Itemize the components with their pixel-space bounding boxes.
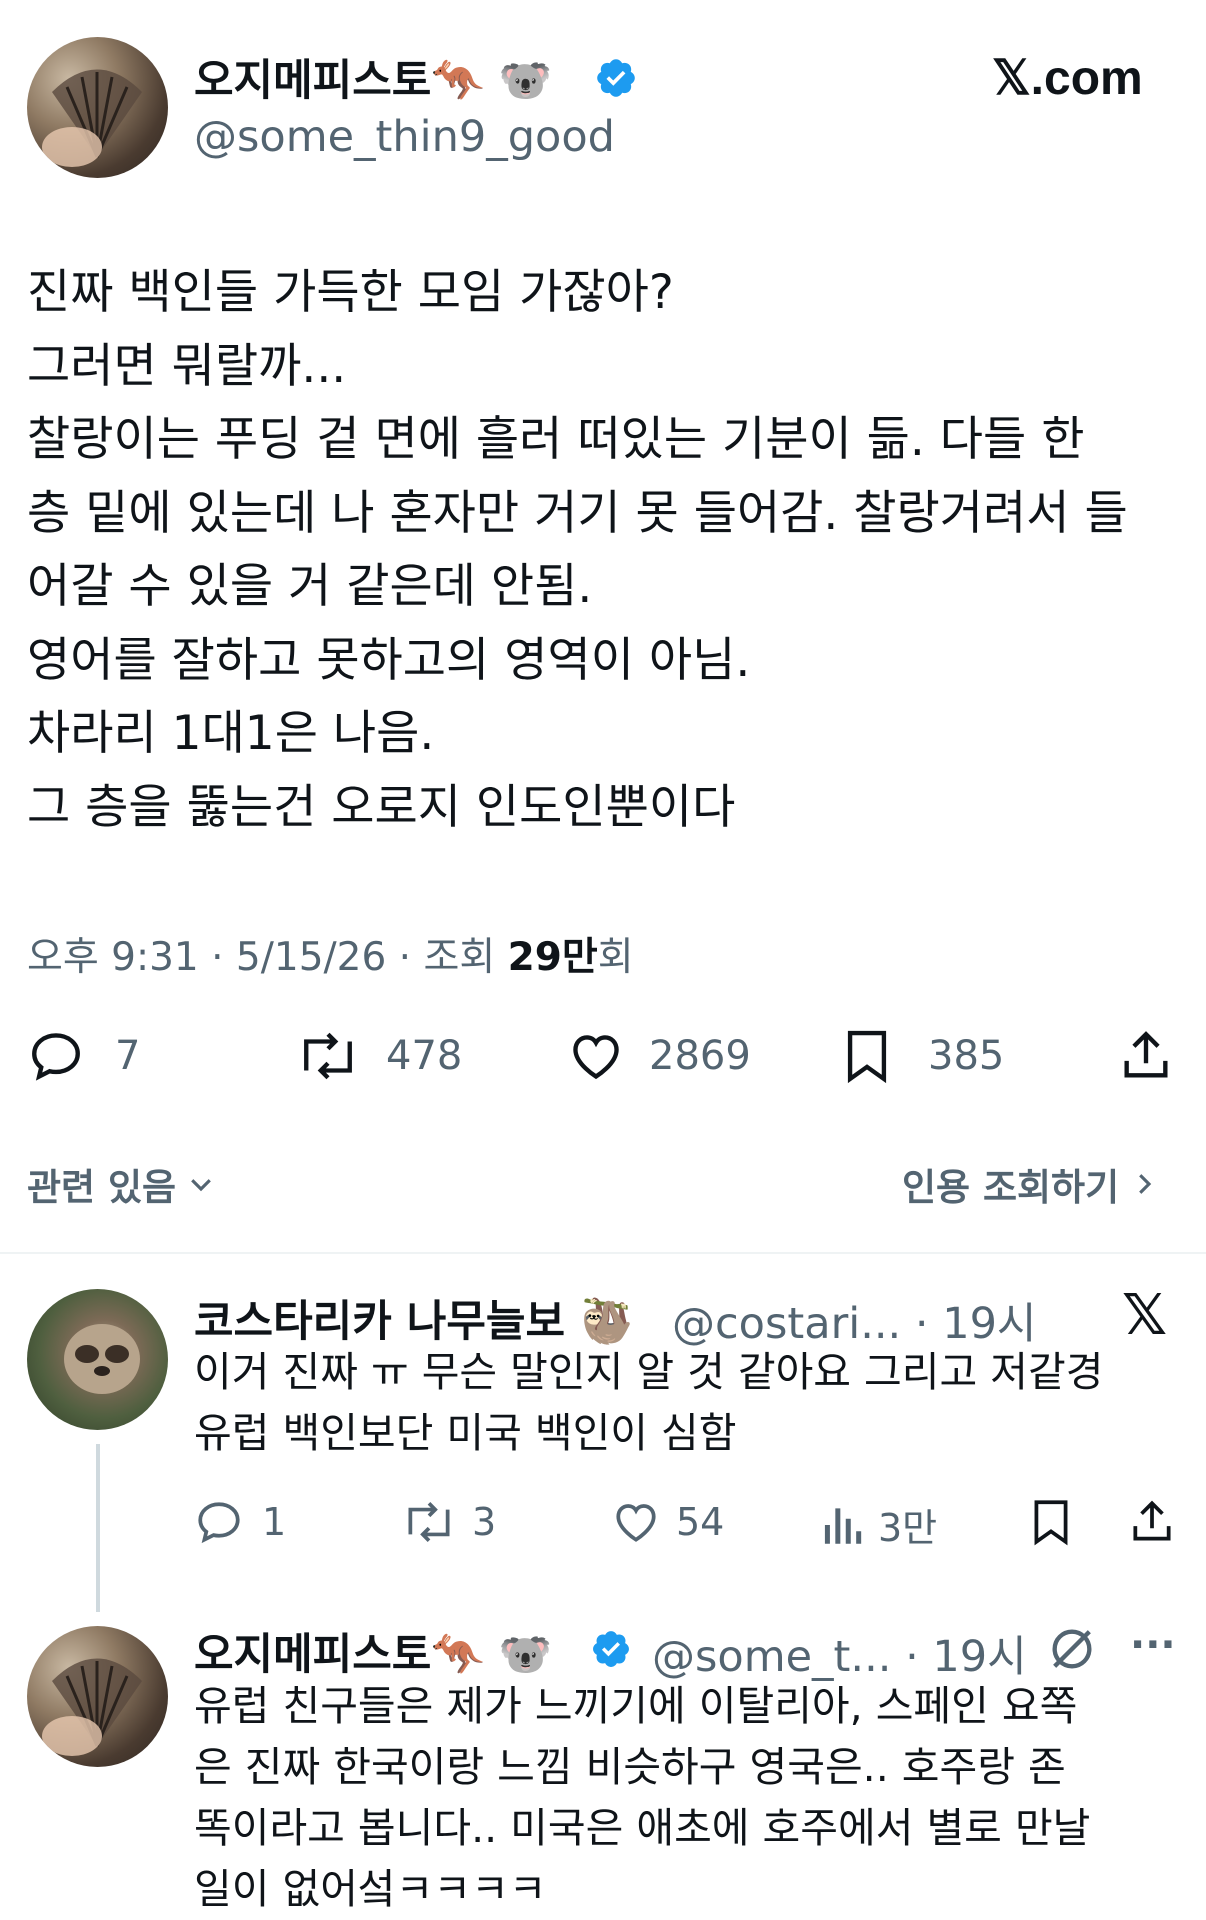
- tweet-meta: 오후 9:31 · 5/15/26 · 조회 29만회: [27, 926, 634, 982]
- reply-author-name[interactable]: 코스타리카 나무늘보 🦥: [194, 1287, 634, 1349]
- like-action[interactable]: 2869: [565, 1027, 751, 1085]
- share-icon[interactable]: [1117, 1027, 1175, 1085]
- related-toggle[interactable]: 관련 있음: [27, 1157, 216, 1211]
- bookmark-action[interactable]: 385: [842, 1027, 1004, 1085]
- reply2-author-name[interactable]: 오지메피스토🦘 🐨: [194, 1620, 552, 1682]
- reply2-avatar[interactable]: [27, 1626, 168, 1767]
- reply-icon: [32, 1033, 80, 1081]
- author-emoji: 🦘 🐨: [431, 56, 553, 106]
- reply-action[interactable]: 7: [27, 1027, 140, 1085]
- reply-retweet-action[interactable]: 3: [400, 1497, 496, 1547]
- grok-icon[interactable]: [1046, 1623, 1098, 1675]
- reply-avatar[interactable]: [27, 1289, 168, 1430]
- x-logo-icon: 𝕏: [1122, 1283, 1168, 1348]
- scallop-shell-image: [42, 69, 142, 167]
- view-quotes-link[interactable]: 인용 조회하기: [902, 1157, 1159, 1211]
- like-count: 2869: [649, 1033, 751, 1079]
- reply-text: 이거 진짜 ㅠ 무슨 말인지 알 것 같아요 그리고 저같경 유럽 백인보단 미…: [194, 1348, 1104, 1457]
- bookmark-count: 385: [928, 1033, 1005, 1079]
- reply-views-action[interactable]: 3만: [820, 1497, 937, 1552]
- author-name[interactable]: 오지메피스토🦘 🐨: [194, 46, 552, 108]
- like-icon: [573, 1035, 619, 1080]
- reply-like-action[interactable]: 54: [610, 1497, 724, 1547]
- reply-count: 7: [115, 1033, 141, 1079]
- verified-badge-icon[interactable]: [594, 56, 638, 100]
- chevron-right-icon: [1139, 1174, 1152, 1194]
- verified-badge-icon[interactable]: [590, 1628, 632, 1670]
- bookmark-icon[interactable]: [1030, 1497, 1072, 1547]
- bookmark-icon: [847, 1030, 887, 1084]
- quote-label: 인용 조회하기: [902, 1166, 1120, 1209]
- related-label: 관련 있음: [27, 1166, 177, 1209]
- section-divider: [0, 1252, 1206, 1254]
- reply2-time: · 19시: [905, 1632, 1027, 1682]
- reply-author-emoji: 🦥: [580, 1297, 634, 1347]
- tweet-timestamp[interactable]: 오후 9:31 · 5/15/26 · 조회: [27, 935, 495, 980]
- view-count-suffix: 회: [597, 935, 634, 980]
- retweet-count: 478: [386, 1033, 463, 1079]
- scallop-shell-image: [42, 1658, 142, 1756]
- reply-reply-action[interactable]: 1: [194, 1497, 286, 1547]
- thread-connector: [96, 1444, 100, 1612]
- more-icon[interactable]: ···: [1130, 1622, 1176, 1668]
- reply-view-count: 3만: [878, 1506, 938, 1550]
- author-avatar[interactable]: [27, 37, 168, 178]
- view-count: 29만: [507, 935, 598, 980]
- reply-reply-count: 1: [262, 1500, 287, 1544]
- views-icon: [824, 1507, 862, 1544]
- reply-retweet-count: 3: [472, 1500, 497, 1544]
- chevron-down-icon: [191, 1179, 211, 1192]
- reply-icon: [198, 1502, 240, 1544]
- reply-like-count: 54: [676, 1500, 725, 1544]
- retweet-action[interactable]: 478: [294, 1027, 462, 1085]
- retweet-icon: [408, 1502, 450, 1542]
- reply2-author-handle[interactable]: @some_t... · 19시: [652, 1622, 1027, 1684]
- like-icon: [616, 1504, 656, 1542]
- retweet-icon: [304, 1032, 352, 1080]
- share-icon[interactable]: [1127, 1497, 1177, 1547]
- author-handle[interactable]: @some_thin9_good: [194, 112, 615, 162]
- sloth-image: [64, 1324, 140, 1394]
- tweet-text: 진짜 백인들 가득한 모임 가잖아? 그러면 뭐랄까... 찰랑이는 푸딩 겉 …: [27, 265, 1128, 835]
- reply2-author-emoji: 🦘 🐨: [431, 1630, 553, 1680]
- site-logo: 𝕏.com: [992, 52, 1143, 105]
- reply2-text: 유럽 친구들은 제가 느끼기에 이탈리아, 스페인 요쪽 은 진짜 한국이랑 느…: [194, 1682, 1091, 1913]
